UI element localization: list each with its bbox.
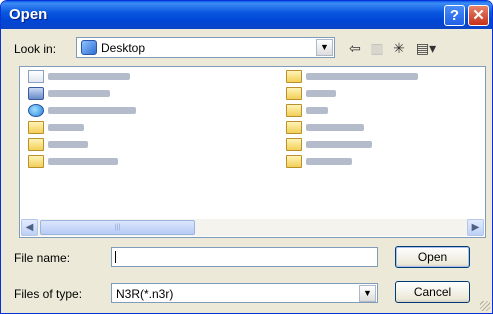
folder-icon (28, 121, 44, 134)
file-name-blurred (48, 90, 110, 97)
back-icon[interactable]: ⇦ (346, 39, 364, 57)
window-title: Open (9, 6, 48, 23)
my-network-places-icon (28, 104, 44, 117)
file-name-blurred (48, 141, 88, 148)
folder-icon (286, 87, 302, 100)
my-documents-icon (28, 70, 44, 83)
file-name-blurred (306, 107, 328, 114)
chevron-down-icon[interactable]: ▼ (359, 285, 376, 302)
my-computer-icon (28, 87, 44, 100)
close-button[interactable]: ✕ (468, 5, 489, 26)
file-list[interactable]: ◀ ||| ▶ (19, 66, 486, 238)
new-folder-icon[interactable]: ✳ (390, 39, 408, 57)
chevron-down-icon[interactable]: ▼ (316, 39, 333, 56)
scroll-left-icon[interactable]: ◀ (21, 219, 38, 236)
files-of-type-label: Files of type: (14, 287, 83, 301)
file-name-blurred (306, 141, 372, 148)
look-in-value: Desktop (101, 41, 146, 55)
resize-grip-icon[interactable] (480, 301, 490, 311)
text-cursor (115, 251, 116, 263)
scroll-right-icon[interactable]: ▶ (467, 219, 484, 236)
files-of-type-dropdown[interactable]: N3R(*.n3r) ▼ (111, 283, 378, 303)
folder-icon (286, 121, 302, 134)
horizontal-scrollbar[interactable]: ◀ ||| ▶ (21, 219, 484, 236)
title-bar[interactable]: Open ? ✕ (1, 1, 492, 29)
folder-icon (286, 104, 302, 117)
scroll-thumb[interactable]: ||| (40, 220, 195, 235)
file-name-field[interactable] (111, 247, 378, 267)
files-of-type-value: N3R(*.n3r) (116, 287, 174, 301)
folder-icon (286, 155, 302, 168)
desktop-icon (81, 40, 97, 55)
look-in-dropdown[interactable]: Desktop ▼ (76, 37, 335, 58)
file-name-blurred (306, 124, 364, 131)
open-button[interactable]: Open (395, 246, 470, 268)
file-name-blurred (306, 90, 336, 97)
open-dialog: Open ? ✕ Look in: Desktop ▼ ⇦ ▥ ✳ ▤▾ ◀ |… (0, 0, 493, 314)
folder-icon (28, 138, 44, 151)
file-name-blurred (48, 124, 84, 131)
file-name-label: File name: (14, 251, 71, 265)
folder-icon (28, 155, 44, 168)
look-in-label: Look in: (14, 42, 57, 56)
file-name-blurred (48, 73, 130, 80)
views-menu-icon[interactable]: ▤▾ (413, 39, 439, 57)
help-button[interactable]: ? (444, 5, 465, 26)
folder-icon (286, 70, 302, 83)
folder-icon (286, 138, 302, 151)
up-folder-icon[interactable]: ▥ (369, 39, 385, 57)
file-name-blurred (48, 158, 118, 165)
cancel-button[interactable]: Cancel (395, 281, 470, 303)
file-name-blurred (306, 158, 352, 165)
file-name-blurred (48, 107, 136, 114)
file-name-blurred (306, 73, 418, 80)
